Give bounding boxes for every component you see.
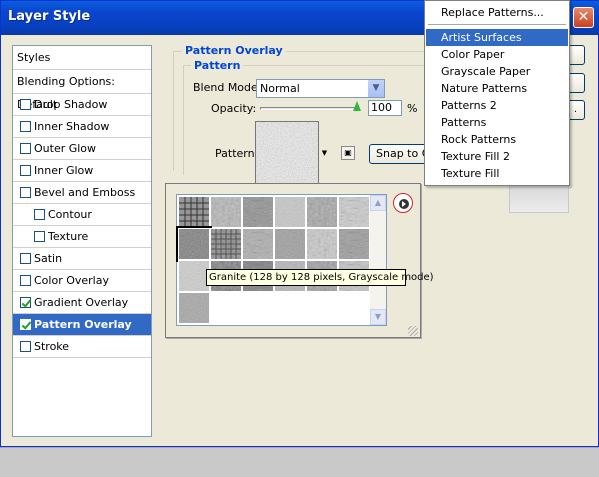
style-item-label: Pattern Overlay <box>34 318 132 331</box>
style-preview-thumbnail <box>509 183 569 213</box>
window-title: Layer Style <box>8 9 91 24</box>
style-item-label: Bevel and Emboss <box>34 186 136 199</box>
style-item-label: Satin <box>34 252 63 265</box>
style-checkbox[interactable] <box>34 230 45 242</box>
pattern-label: Pattern: <box>215 147 259 160</box>
granite-texture-icon <box>256 122 318 184</box>
menu-item[interactable]: Texture Fill <box>426 165 568 182</box>
opacity-unit: % <box>407 102 418 115</box>
pattern-grid-scrollbar[interactable]: ▲ ▼ <box>370 195 386 325</box>
styles-header[interactable]: Styles <box>13 46 151 70</box>
style-item-gradient-overlay[interactable]: Gradient Overlay <box>13 292 151 314</box>
menu-item[interactable]: Texture Fill 2 <box>426 148 568 165</box>
style-checkbox[interactable] <box>20 296 31 308</box>
pattern-tile[interactable] <box>306 228 338 260</box>
style-checkbox[interactable] <box>20 120 31 132</box>
style-item-label: Texture <box>48 230 89 243</box>
pattern-tile[interactable] <box>242 196 274 228</box>
blend-mode-label: Blend Mode: <box>193 81 262 94</box>
new-preset-icon[interactable]: ▣ <box>341 146 355 160</box>
pattern-tile[interactable] <box>306 196 338 228</box>
menu-item[interactable]: Artist Surfaces <box>426 29 568 46</box>
blend-mode-select[interactable]: Normal ▼ <box>256 79 385 98</box>
pattern-tile[interactable] <box>210 228 242 260</box>
style-checkbox[interactable] <box>20 252 31 264</box>
pattern-tile[interactable] <box>274 196 306 228</box>
menu-item[interactable]: Patterns 2 <box>426 97 568 114</box>
status-bar <box>0 447 599 477</box>
opacity-input[interactable]: 100 <box>368 100 402 116</box>
close-button[interactable]: ✕ <box>573 7 594 28</box>
scroll-up-icon[interactable]: ▲ <box>370 195 386 211</box>
style-item-contour[interactable]: Contour <box>13 204 151 226</box>
opacity-slider-thumb[interactable] <box>353 101 362 112</box>
pattern-grid <box>176 194 387 326</box>
style-item-drop-shadow[interactable]: Drop Shadow <box>13 94 151 116</box>
pattern-subgroup-title: Pattern <box>191 59 244 72</box>
menu-separator <box>428 24 566 25</box>
style-item-label: Drop Shadow <box>34 98 108 111</box>
style-checkbox[interactable] <box>20 274 31 286</box>
pattern-dropdown-arrow-icon[interactable]: ▼ <box>320 121 329 185</box>
pattern-overlay-title: Pattern Overlay <box>182 44 286 57</box>
style-item-outer-glow[interactable]: Outer Glow <box>13 138 151 160</box>
menu-item[interactable]: Grayscale Paper <box>426 63 568 80</box>
style-item-label: Color Overlay <box>34 274 109 287</box>
resize-grip-icon[interactable] <box>408 326 418 336</box>
style-item-label: Stroke <box>34 340 70 353</box>
pattern-tile[interactable] <box>178 196 210 228</box>
scroll-down-icon[interactable]: ▼ <box>370 309 386 325</box>
style-item-color-overlay[interactable]: Color Overlay <box>13 270 151 292</box>
style-item-label: Contour <box>48 208 92 221</box>
style-item-label: Inner Shadow <box>34 120 110 133</box>
play-arrow-icon <box>399 199 409 209</box>
picker-menu-button[interactable] <box>393 193 413 213</box>
pattern-tile[interactable] <box>178 292 210 324</box>
menu-item[interactable]: Patterns <box>426 114 568 131</box>
menu-item[interactable]: Rock Patterns <box>426 131 568 148</box>
style-item-pattern-overlay[interactable]: Pattern Overlay <box>13 314 151 336</box>
style-item-label: Gradient Overlay <box>34 296 129 309</box>
style-item-stroke[interactable]: Stroke <box>13 336 151 358</box>
pattern-tile[interactable] <box>274 228 306 260</box>
blending-options-item[interactable]: Blending Options: Default <box>13 70 151 111</box>
menu-item[interactable]: Color Paper <box>426 46 568 63</box>
styles-list: Styles Blending Options: Default Drop Sh… <box>12 45 152 437</box>
chevron-down-icon[interactable]: ▼ <box>367 80 384 97</box>
pattern-preview-swatch[interactable] <box>255 121 319 185</box>
pattern-tile[interactable] <box>210 196 242 228</box>
style-item-label: Outer Glow <box>34 142 97 155</box>
style-item-texture[interactable]: Texture <box>13 226 151 248</box>
style-item-label: Inner Glow <box>34 164 94 177</box>
pattern-tile[interactable] <box>338 196 370 228</box>
pattern-tile[interactable] <box>242 228 274 260</box>
style-checkbox[interactable] <box>20 318 31 330</box>
blend-mode-value: Normal <box>260 82 300 95</box>
pattern-library-menu: Replace Patterns... Artist Surfaces Color … <box>424 0 570 186</box>
style-checkbox[interactable] <box>20 186 31 198</box>
menu-item[interactable]: Nature Patterns <box>426 80 568 97</box>
pattern-tile[interactable] <box>338 228 370 260</box>
style-checkbox[interactable] <box>20 164 31 176</box>
opacity-slider-track[interactable] <box>260 107 360 110</box>
pattern-tooltip: Granite (128 by 128 pixels, Grayscale mo… <box>206 269 434 286</box>
style-item-satin[interactable]: Satin <box>13 248 151 270</box>
style-item-inner-glow[interactable]: Inner Glow <box>13 160 151 182</box>
opacity-label: Opacity: <box>211 102 257 115</box>
style-checkbox[interactable] <box>20 142 31 154</box>
style-checkbox[interactable] <box>34 208 45 220</box>
style-checkbox[interactable] <box>20 340 31 352</box>
style-item-bevel-and-emboss[interactable]: Bevel and Emboss <box>13 182 151 204</box>
pattern-tile[interactable] <box>176 226 212 262</box>
style-checkbox[interactable] <box>20 98 31 110</box>
style-item-inner-shadow[interactable]: Inner Shadow <box>13 116 151 138</box>
menu-item[interactable]: Replace Patterns... <box>426 4 568 21</box>
